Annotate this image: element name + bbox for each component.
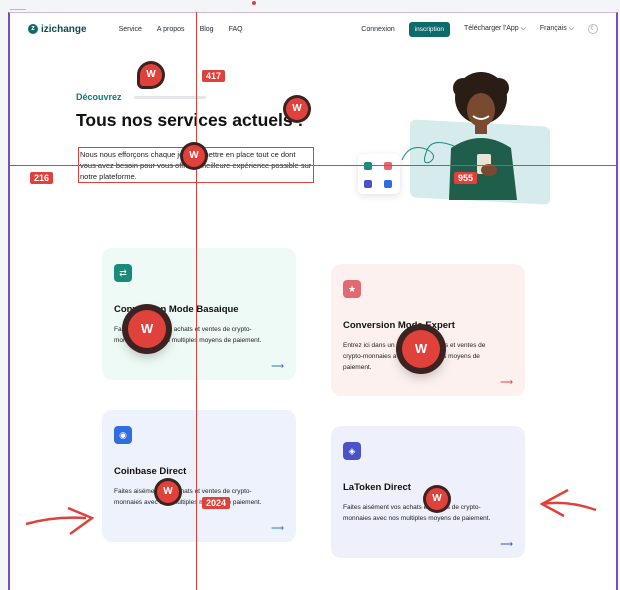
logo-icon: z bbox=[28, 24, 38, 34]
nav-faq[interactable]: FAQ bbox=[229, 26, 243, 33]
mini-app-card bbox=[358, 154, 400, 194]
card-description: Faites aisément vos achats et ventes de … bbox=[114, 488, 262, 506]
top-tick bbox=[10, 9, 26, 10]
coinbase-icon: ◉ bbox=[114, 426, 132, 444]
card-description: Faites aisément vos achats et ventes de … bbox=[343, 504, 491, 522]
language-dropdown[interactable]: Français ⌵ bbox=[540, 25, 574, 33]
arrow-right-icon[interactable]: ⟶ bbox=[271, 523, 284, 534]
card-title: LaToken Direct bbox=[343, 482, 411, 493]
card-title: Conversion Mode Expert bbox=[343, 320, 455, 331]
nav-a-propos[interactable]: A propos bbox=[157, 26, 185, 33]
cursor-marker: W bbox=[286, 98, 308, 120]
moon-icon[interactable]: ☾ bbox=[588, 24, 598, 34]
service-card-basique[interactable]: ⇄ Conversion Mode Basaique Faites aiséme… bbox=[102, 248, 296, 380]
top-indicator-dot bbox=[252, 1, 256, 5]
logo-text: izichange bbox=[41, 23, 87, 35]
guide-line-horizontal bbox=[10, 165, 618, 166]
annotation-arrow-right bbox=[539, 488, 597, 518]
coordinate-tag: 955 bbox=[454, 172, 478, 184]
arrow-right-icon[interactable]: ⟶ bbox=[271, 361, 284, 372]
nav-service[interactable]: Service bbox=[119, 26, 142, 33]
hero-eyebrow: Découvrez bbox=[76, 92, 122, 102]
cursor-marker: W bbox=[402, 330, 440, 368]
connexion-link[interactable]: Connexion bbox=[361, 26, 394, 33]
coordinate-tag: 417 bbox=[202, 70, 226, 82]
main-nav: Service A propos Blog FAQ bbox=[119, 26, 243, 33]
mini-coinbase-icon bbox=[384, 180, 392, 188]
card-title: Conversion Mode Basaique bbox=[114, 304, 239, 315]
decorative-swirl bbox=[401, 142, 455, 164]
cursor-marker: W bbox=[183, 145, 205, 167]
header-actions: Connexion inscription Télécharger l'App … bbox=[361, 21, 598, 37]
logo[interactable]: z izichange bbox=[28, 24, 87, 35]
convert-icon: ⇄ bbox=[114, 264, 132, 282]
mini-star-icon bbox=[384, 162, 392, 170]
star-icon: ★ bbox=[343, 280, 361, 298]
page-title: Tous nos services actuels : bbox=[76, 110, 304, 130]
site-header: z izichange Service A propos Blog FAQ Co… bbox=[28, 18, 598, 40]
cursor-marker: W bbox=[128, 310, 166, 348]
cursor-marker: W bbox=[157, 481, 179, 503]
service-card-coinbase[interactable]: ◉ Coinbase Direct Faites aisément vos ac… bbox=[102, 410, 296, 542]
coordinate-tag: 216 bbox=[30, 172, 54, 184]
arrow-right-icon[interactable]: ⟶ bbox=[500, 539, 513, 550]
guide-line-vertical bbox=[196, 12, 197, 590]
hero-person-illustration bbox=[449, 72, 517, 200]
annotation-arrow-left bbox=[25, 506, 95, 536]
cursor-marker: W bbox=[426, 488, 448, 510]
service-card-expert[interactable]: ★ Conversion Mode Expert Entrez ici dans… bbox=[331, 264, 525, 396]
card-title: Coinbase Direct bbox=[114, 466, 187, 477]
mini-latoken-icon bbox=[364, 180, 372, 188]
nav-blog[interactable]: Blog bbox=[200, 26, 214, 33]
mini-convert-icon bbox=[364, 162, 372, 170]
inscription-button[interactable]: inscription bbox=[408, 21, 450, 37]
screenshot-canvas: z izichange Service A propos Blog FAQ Co… bbox=[0, 0, 620, 590]
arrow-right-icon[interactable]: ⟶ bbox=[500, 377, 513, 388]
coordinate-tag: 2024 bbox=[202, 497, 231, 509]
cursor-marker: W bbox=[140, 64, 162, 86]
latoken-icon: ◈ bbox=[343, 442, 361, 460]
download-app-dropdown[interactable]: Télécharger l'App ⌵ bbox=[464, 25, 526, 33]
